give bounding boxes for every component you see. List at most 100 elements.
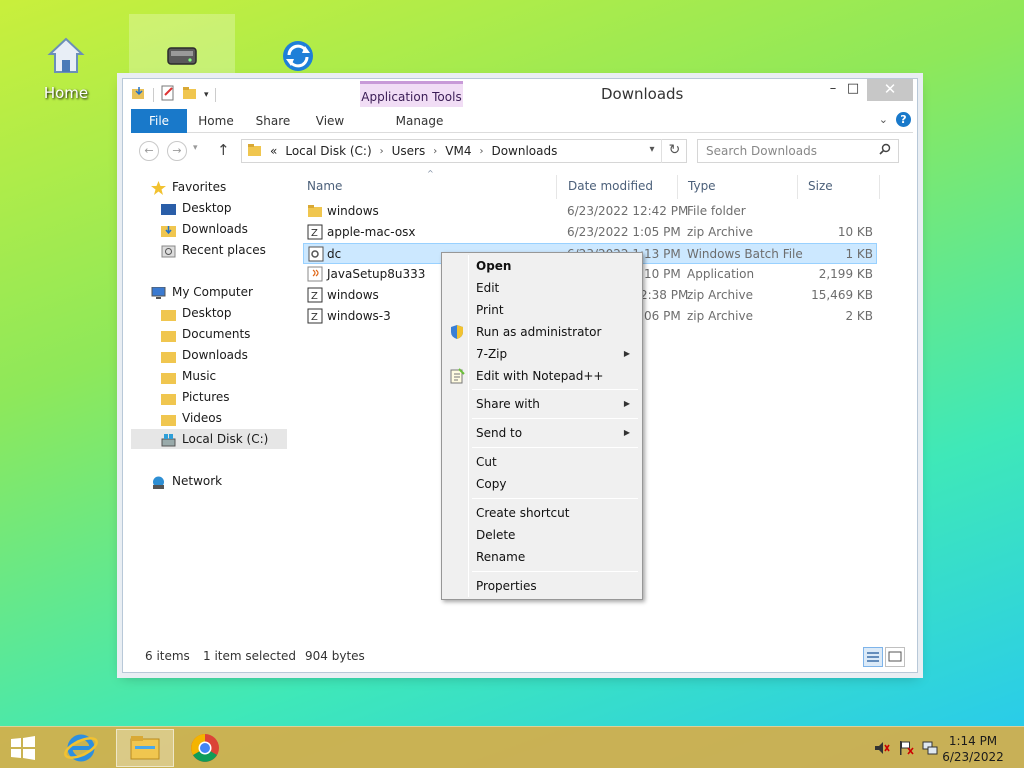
volume-muted-icon[interactable]: [874, 741, 890, 755]
search-input[interactable]: Search Downloads: [697, 139, 899, 163]
close-button[interactable]: ✕: [867, 79, 913, 101]
breadcrumb-downloads[interactable]: Downloads: [491, 144, 557, 158]
nav-item-recent-places[interactable]: Recent places: [161, 240, 266, 260]
file-type: Windows Batch File: [687, 247, 803, 261]
menu-separator: [472, 571, 638, 572]
taskbar-internet-explorer[interactable]: [52, 729, 110, 767]
up-arrow-icon[interactable]: ↑: [217, 141, 230, 159]
action-center-flag-icon[interactable]: [898, 741, 914, 755]
breadcrumb-separator-icon[interactable]: ›: [380, 146, 384, 157]
file-type: zip Archive: [687, 225, 753, 239]
nav-item-desktop[interactable]: Desktop: [161, 198, 232, 218]
nav-network[interactable]: Network: [151, 471, 222, 491]
menu-item-cut[interactable]: Cut: [444, 451, 640, 473]
menu-item-label: Share with: [476, 397, 540, 411]
title-bar[interactable]: ▾ Application Tools Downloads – □ ✕: [123, 79, 917, 109]
taskbar-file-explorer[interactable]: [116, 729, 174, 767]
help-icon[interactable]: ?: [896, 112, 911, 127]
column-header-date-modified[interactable]: Date modified: [560, 175, 678, 199]
tab-share[interactable]: Share: [249, 109, 297, 133]
menu-item-properties[interactable]: Properties: [444, 575, 640, 597]
folder-arrow-icon[interactable]: [131, 85, 147, 104]
menu-item-edit-with-notepadpp[interactable]: Edit with Notepad++: [444, 365, 640, 387]
nav-item-desktop[interactable]: Desktop: [161, 303, 232, 323]
file-size: 1 KB: [845, 247, 873, 261]
desktop-icon-sync[interactable]: [258, 36, 338, 76]
file-row[interactable]: windows 6/23/2022 12:42 PM File folder: [303, 201, 877, 222]
start-button[interactable]: [8, 735, 38, 761]
column-header-type[interactable]: Type: [680, 175, 798, 199]
menu-item-label: Edit with Notepad++: [476, 369, 604, 383]
address-dropdown-icon[interactable]: ▾: [643, 139, 661, 163]
menu-item-print[interactable]: Print: [444, 299, 640, 321]
tab-manage[interactable]: Manage: [368, 109, 471, 133]
taskbar-chrome[interactable]: [176, 729, 234, 767]
nav-label: Videos: [182, 411, 222, 425]
menu-item-open[interactable]: Open: [444, 255, 640, 277]
refresh-button[interactable]: ↻: [661, 139, 687, 163]
menu-item-copy[interactable]: Copy: [444, 473, 640, 495]
file-size: 15,469 KB: [811, 288, 873, 302]
taskbar-clock[interactable]: 1:14 PM 6/23/2022: [938, 733, 1008, 765]
menu-item-send-to[interactable]: Send to ▶: [444, 422, 640, 444]
menu-item-create-shortcut[interactable]: Create shortcut: [444, 502, 640, 524]
nav-label: Downloads: [182, 348, 248, 362]
breadcrumb-separator-icon[interactable]: ›: [433, 146, 437, 157]
nav-item-local-disk[interactable]: Local Disk (C:): [131, 429, 287, 449]
nav-item-music[interactable]: Music: [161, 366, 216, 386]
menu-item-7-zip[interactable]: 7-Zip ▶: [444, 343, 640, 365]
desktop-icon-home[interactable]: Home: [26, 36, 106, 102]
breadcrumb-users[interactable]: Users: [392, 144, 426, 158]
nav-item-documents[interactable]: Documents: [161, 324, 250, 344]
contextual-tab-application-tools[interactable]: Application Tools: [360, 81, 463, 107]
menu-item-label: Send to: [476, 426, 523, 440]
notepadpp-icon: [449, 368, 465, 384]
network-status-icon[interactable]: [922, 741, 938, 755]
customize-toolbar-chevron-icon[interactable]: ▾: [204, 90, 209, 100]
tab-view[interactable]: View: [307, 109, 353, 133]
breadcrumb-overflow[interactable]: «: [270, 144, 277, 158]
breadcrumb-local-disk[interactable]: Local Disk (C:): [285, 144, 371, 158]
breadcrumb-vm4[interactable]: VM4: [445, 144, 471, 158]
menu-item-delete[interactable]: Delete: [444, 524, 640, 546]
recent-places-icon: [161, 244, 176, 257]
nav-item-downloads[interactable]: Downloads: [161, 219, 248, 239]
back-button[interactable]: ←: [139, 141, 159, 161]
svg-text:Z: Z: [311, 291, 318, 302]
new-folder-icon[interactable]: [182, 85, 198, 104]
desktop-icon-drive[interactable]: [142, 36, 222, 76]
file-type: File folder: [687, 204, 746, 218]
recent-locations-chevron-icon[interactable]: ▾: [193, 143, 198, 153]
menu-item-rename[interactable]: Rename: [444, 546, 640, 568]
file-size: 2,199 KB: [818, 267, 873, 281]
file-row[interactable]: Z apple-mac-osx 6/23/2022 1:05 PM zip Ar…: [303, 222, 877, 243]
search-icon[interactable]: [879, 143, 907, 158]
nav-item-videos[interactable]: Videos: [161, 408, 222, 428]
properties-icon[interactable]: [160, 85, 176, 104]
network-icon: [151, 475, 166, 489]
maximize-button[interactable]: □: [839, 79, 867, 101]
tab-home[interactable]: Home: [193, 109, 239, 133]
menu-item-edit[interactable]: Edit: [444, 277, 640, 299]
ribbon-controls: ⌄ ?: [879, 112, 911, 127]
forward-button[interactable]: →: [167, 141, 187, 161]
tab-file[interactable]: File: [131, 109, 187, 133]
nav-label: My Computer: [172, 285, 253, 299]
column-header-size[interactable]: Size: [800, 175, 880, 199]
breadcrumb-separator-icon[interactable]: ›: [479, 146, 483, 157]
nav-item-pictures[interactable]: Pictures: [161, 387, 230, 407]
star-icon: [151, 180, 166, 195]
large-icons-view-button[interactable]: [885, 647, 905, 667]
column-header-name[interactable]: Name: [299, 175, 557, 199]
expand-ribbon-chevron-icon[interactable]: ⌄: [879, 113, 888, 126]
details-view-button[interactable]: [863, 647, 883, 667]
zip-icon: Z: [307, 287, 323, 303]
folder-icon: [161, 307, 176, 321]
menu-item-share-with[interactable]: Share with ▶: [444, 393, 640, 415]
nav-my-computer[interactable]: My Computer: [151, 282, 253, 302]
nav-favorites[interactable]: Favorites: [151, 177, 226, 197]
nav-item-downloads[interactable]: Downloads: [161, 345, 248, 365]
menu-item-run-as-administrator[interactable]: Run as administrator: [444, 321, 640, 343]
address-field[interactable]: « Local Disk (C:) › Users › VM4 › Downlo…: [241, 139, 687, 163]
nav-label: Pictures: [182, 390, 230, 404]
